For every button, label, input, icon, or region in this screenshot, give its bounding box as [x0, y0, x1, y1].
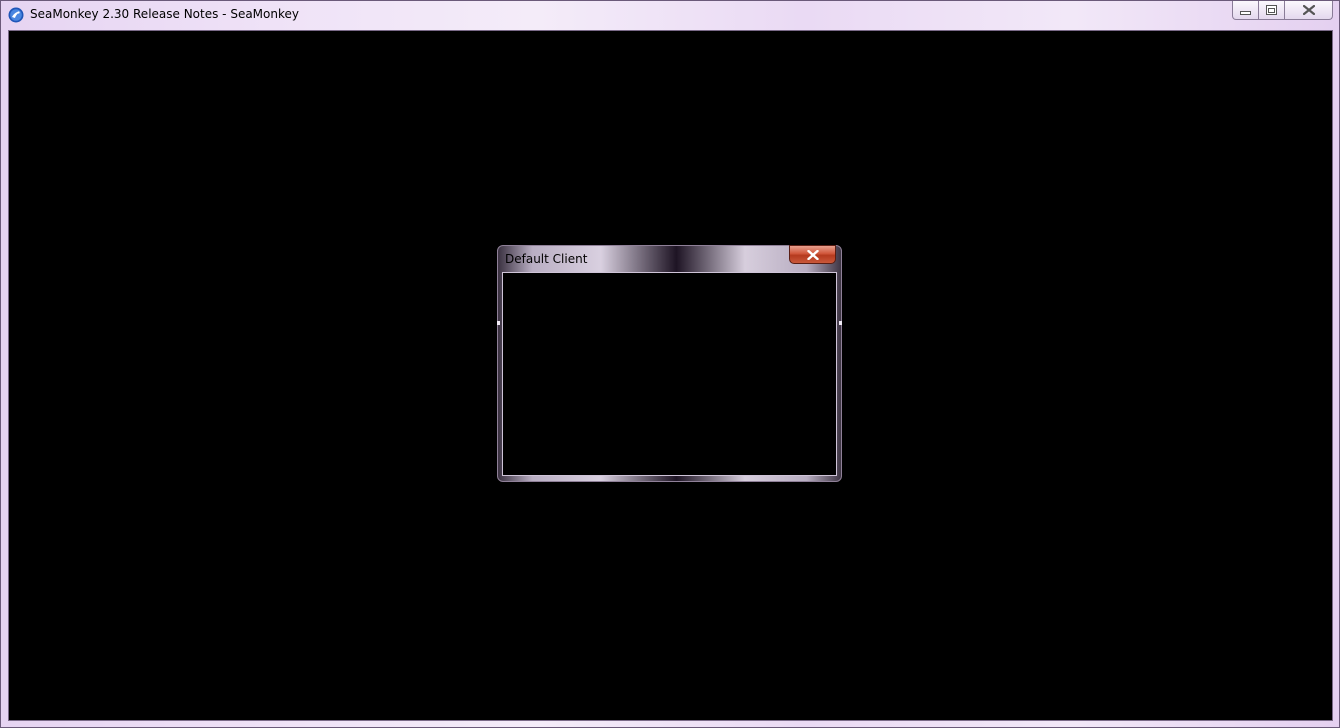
- dialog-title: Default Client: [505, 252, 588, 266]
- dialog-content-area: [502, 272, 837, 476]
- maximize-icon: [1266, 5, 1277, 15]
- minimize-icon: [1240, 10, 1251, 15]
- caption-buttons: [1232, 1, 1333, 21]
- dialog-right-edge: [839, 321, 842, 325]
- dialog-close-button[interactable]: [789, 245, 836, 264]
- close-icon: [1302, 5, 1315, 15]
- minimize-button[interactable]: [1232, 1, 1259, 20]
- dialog-left-edge: [497, 321, 500, 325]
- close-button[interactable]: [1285, 1, 1333, 20]
- default-client-dialog: Default Client: [497, 245, 842, 482]
- dialog-titlebar[interactable]: Default Client: [498, 245, 841, 272]
- seamonkey-logo-icon: [8, 7, 24, 23]
- maximize-button[interactable]: [1259, 1, 1285, 20]
- window-title: SeaMonkey 2.30 Release Notes - SeaMonkey: [30, 7, 299, 21]
- window-titlebar[interactable]: SeaMonkey 2.30 Release Notes - SeaMonkey: [1, 1, 1339, 30]
- close-icon: [806, 249, 819, 260]
